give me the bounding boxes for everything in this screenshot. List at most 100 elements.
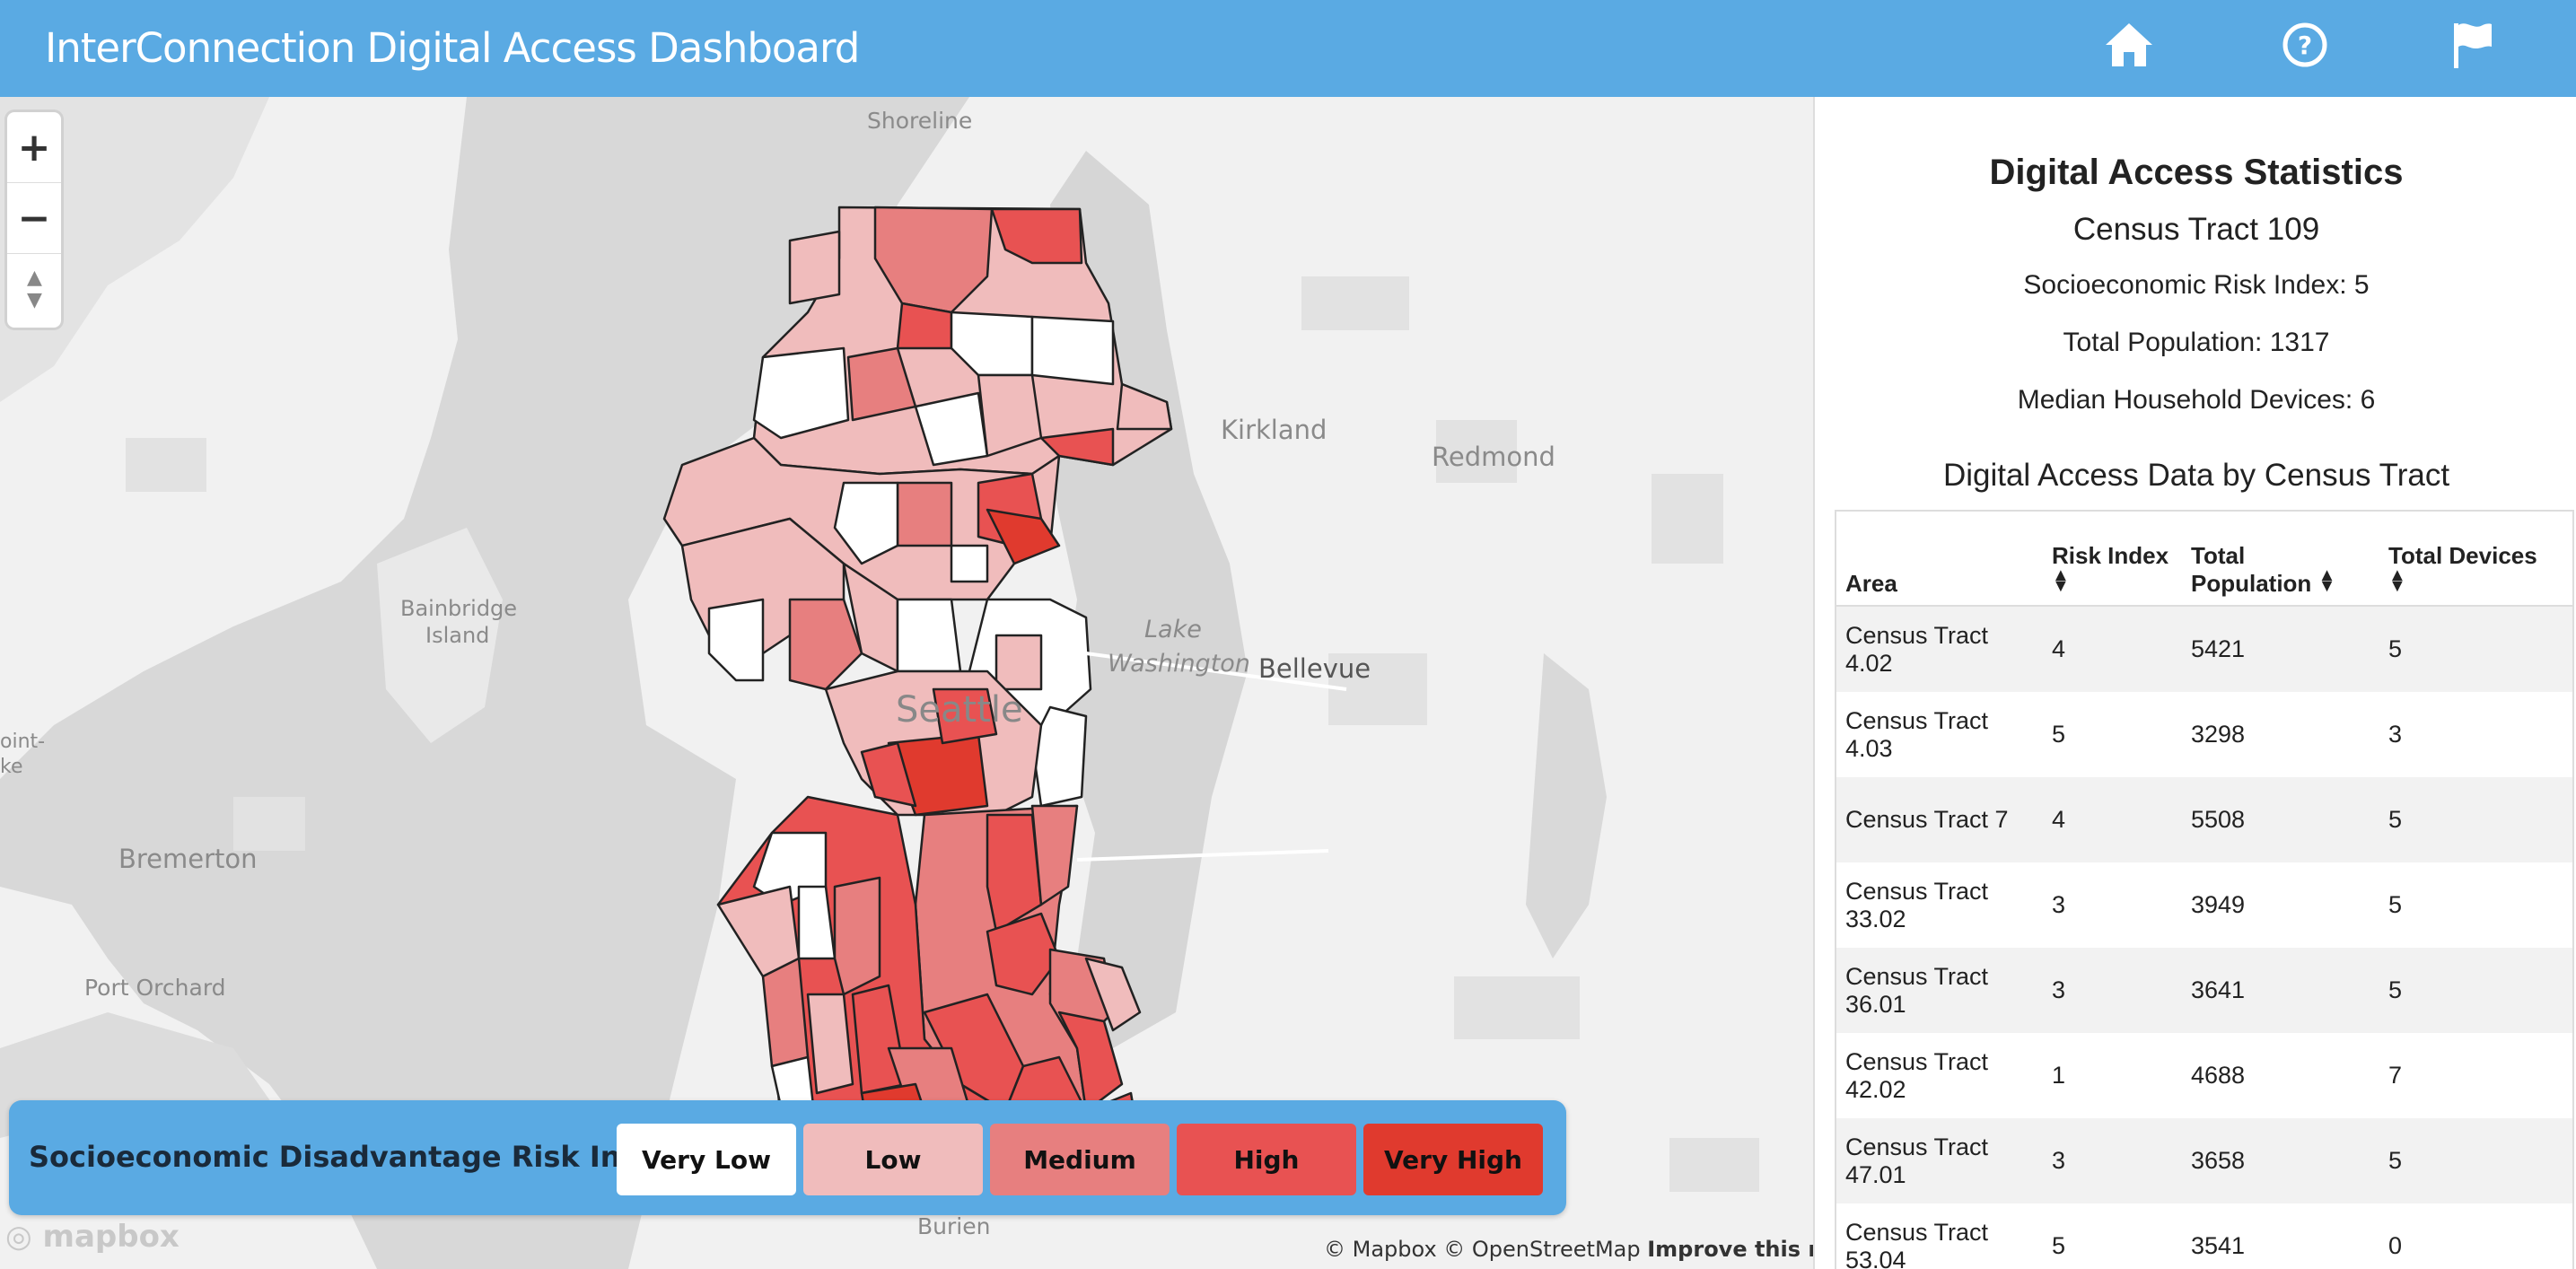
cell-area: Census Tract 53.04 bbox=[1845, 1218, 1989, 1269]
cell-devices: 5 bbox=[2388, 806, 2403, 833]
legend-high-button[interactable]: High bbox=[1177, 1124, 1356, 1195]
cell-population: 5508 bbox=[2191, 806, 2246, 833]
cell-population: 3298 bbox=[2191, 721, 2246, 748]
devices-stat: Median Household Devices: 6 bbox=[2017, 385, 2376, 415]
place-label-seattle: Seattle bbox=[896, 689, 1023, 731]
help-icon[interactable]: ? bbox=[2278, 18, 2332, 72]
legend-high-label: High bbox=[1233, 1144, 1300, 1175]
cell-risk: 4 bbox=[2052, 806, 2066, 833]
app-title: InterConnection Digital Access Dashboard bbox=[45, 24, 860, 72]
table-row[interactable]: Census Tract 4.02 4 5421 5 bbox=[1836, 606, 2572, 692]
table-title: Digital Access Data by Census Tract bbox=[1942, 458, 2450, 493]
cell-area: Census Tract 36.01 bbox=[1845, 962, 1989, 1018]
place-label-lake-1: Lake bbox=[1144, 616, 1202, 643]
population-stat: Total Population: 1317 bbox=[2063, 328, 2330, 357]
table-body: Census Tract 4.02 4 5421 5 Census Tract 4.03… bbox=[1836, 606, 2572, 1269]
cell-population: 3541 bbox=[2191, 1232, 2246, 1259]
place-label-bainbridge-1: Bainbridge bbox=[400, 596, 518, 621]
sort-icon[interactable]: ▲ ▼ bbox=[2388, 566, 2406, 595]
cell-devices: 5 bbox=[2388, 891, 2403, 918]
cell-population: 5421 bbox=[2191, 635, 2246, 662]
table-row[interactable]: Census Tract 47.01 3 3658 5 bbox=[1836, 1118, 2572, 1203]
column-header-area[interactable]: Area bbox=[1836, 512, 2043, 607]
legend-title: Socioeconomic Disadvantage Risk Index | bbox=[29, 1140, 700, 1174]
tract-table-container[interactable]: Area Risk Index ▲ ▼ Total Population ▲ ▼ To… bbox=[1835, 510, 2574, 1269]
cell-risk: 5 bbox=[2052, 721, 2066, 748]
column-label-devices: Total Devices bbox=[2388, 542, 2537, 569]
table-row[interactable]: Census Tract 53.04 5 3541 0 bbox=[1836, 1203, 2572, 1269]
flag-icon[interactable] bbox=[2447, 18, 2501, 72]
cell-population: 4688 bbox=[2191, 1062, 2246, 1089]
cell-devices: 7 bbox=[2388, 1062, 2403, 1089]
cell-population: 3658 bbox=[2191, 1147, 2246, 1174]
place-label-kirkland: Kirkland bbox=[1221, 415, 1327, 445]
cell-area: Census Tract 4.02 bbox=[1845, 621, 1989, 677]
cell-devices: 3 bbox=[2388, 721, 2403, 748]
legend-very-low-button[interactable]: Very Low bbox=[617, 1124, 796, 1195]
cell-risk: 3 bbox=[2052, 976, 2066, 1003]
sort-icon[interactable]: ▲ ▼ bbox=[2052, 566, 2070, 595]
cell-area: Census Tract 4.03 bbox=[1845, 706, 1989, 762]
stats-title: Digital Access Statistics bbox=[1989, 153, 2404, 192]
cell-population: 3949 bbox=[2191, 891, 2246, 918]
cell-risk: 4 bbox=[2052, 635, 2066, 662]
risk-legend: Socioeconomic Disadvantage Risk Index | … bbox=[9, 1100, 1566, 1215]
attribution-text[interactable]: © Mapbox © OpenStreetMap bbox=[1324, 1237, 1641, 1262]
legend-low-button[interactable]: Low bbox=[803, 1124, 983, 1195]
cell-devices: 5 bbox=[2388, 1147, 2403, 1174]
cell-area: Census Tract 33.02 bbox=[1845, 877, 1989, 932]
table-header-row: Area Risk Index ▲ ▼ Total Population ▲ ▼ To… bbox=[1836, 512, 2572, 607]
cell-devices: 5 bbox=[2388, 635, 2403, 662]
place-label-lake-2: Washington bbox=[1108, 650, 1250, 678]
table-row[interactable]: Census Tract 4.03 5 3298 3 bbox=[1836, 692, 2572, 777]
table-row[interactable]: Census Tract 7 4 5508 5 bbox=[1836, 777, 2572, 862]
table-row[interactable]: Census Tract 36.01 3 3641 5 bbox=[1836, 948, 2572, 1033]
cell-area: Census Tract 47.01 bbox=[1845, 1133, 1989, 1188]
place-label-bainbridge-2: Island bbox=[425, 623, 490, 648]
zoom-out-button[interactable]: − bbox=[7, 183, 61, 254]
mapbox-logo-icon: ◎ bbox=[5, 1219, 32, 1255]
statistics-sidebar: Digital Access Statistics Census Tract 1… bbox=[1813, 97, 2576, 1269]
column-header-population[interactable]: Total Population ▲ ▼ bbox=[2182, 512, 2379, 607]
column-header-risk[interactable]: Risk Index ▲ ▼ bbox=[2043, 512, 2182, 607]
cell-risk: 3 bbox=[2052, 1147, 2066, 1174]
legend-medium-label: Medium bbox=[1023, 1144, 1136, 1175]
selected-tract-name: Census Tract 109 bbox=[2072, 212, 2320, 247]
column-label-population: Total Population bbox=[2191, 542, 2312, 597]
improve-map-link[interactable]: Improve this map bbox=[1647, 1237, 1813, 1262]
zoom-in-button[interactable]: + bbox=[7, 112, 61, 183]
cell-area: Census Tract 7 bbox=[1845, 806, 2009, 833]
place-label-shoreline: Shoreline bbox=[867, 108, 973, 134]
place-label-bremerton: Bremerton bbox=[118, 844, 258, 874]
cell-devices: 0 bbox=[2388, 1232, 2403, 1259]
zoom-control: + − ▲▼ bbox=[7, 112, 61, 328]
compass-button[interactable]: ▲▼ bbox=[7, 254, 61, 324]
table-row[interactable]: Census Tract 42.02 1 4688 7 bbox=[1836, 1033, 2572, 1118]
place-label-redmond: Redmond bbox=[1432, 442, 1555, 472]
app-header: InterConnection Digital Access Dashboard… bbox=[0, 0, 2576, 97]
place-label-burien: Burien bbox=[917, 1213, 991, 1239]
column-label-area: Area bbox=[1845, 570, 1897, 597]
table-row[interactable]: Census Tract 33.02 3 3949 5 bbox=[1836, 862, 2572, 948]
cell-risk: 5 bbox=[2052, 1232, 2066, 1259]
risk-index-stat: Socioeconomic Risk Index: 5 bbox=[2023, 270, 2370, 300]
basemap bbox=[0, 97, 1813, 1269]
place-label-port-orchard: Port Orchard bbox=[84, 975, 226, 1001]
legend-low-label: Low bbox=[864, 1144, 922, 1175]
cell-risk: 3 bbox=[2052, 891, 2066, 918]
place-label-point-1: oint- bbox=[0, 731, 46, 753]
legend-very-low-label: Very Low bbox=[642, 1144, 771, 1175]
column-header-devices[interactable]: Total Devices ▲ ▼ bbox=[2379, 512, 2572, 607]
legend-very-high-button[interactable]: Very High bbox=[1363, 1124, 1543, 1195]
cell-population: 3641 bbox=[2191, 976, 2246, 1003]
home-icon[interactable] bbox=[2102, 18, 2156, 72]
mapbox-logo[interactable]: ◎ mapbox bbox=[5, 1219, 180, 1255]
mapbox-logo-text: mapbox bbox=[42, 1219, 180, 1255]
map-view[interactable]: Shoreline Kirkland Redmond Bainbridge Is… bbox=[0, 97, 1813, 1269]
cell-devices: 5 bbox=[2388, 976, 2403, 1003]
sort-icon[interactable]: ▲ ▼ bbox=[2318, 566, 2336, 595]
legend-medium-button[interactable]: Medium bbox=[990, 1124, 1170, 1195]
svg-text:?: ? bbox=[2298, 31, 2312, 60]
tract-table: Area Risk Index ▲ ▼ Total Population ▲ ▼ To… bbox=[1836, 512, 2572, 1269]
compass-icon: ▲▼ bbox=[23, 267, 46, 311]
